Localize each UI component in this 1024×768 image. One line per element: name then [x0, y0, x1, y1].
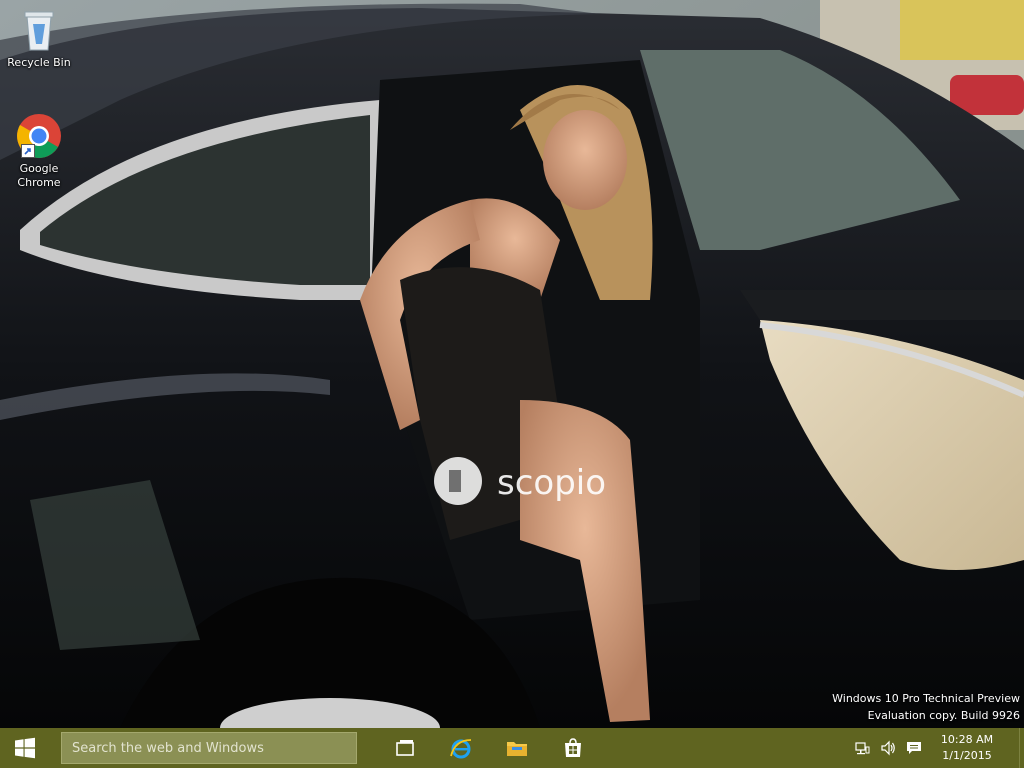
- volume-icon: [881, 740, 895, 756]
- file-explorer-button[interactable]: [489, 728, 545, 768]
- shortcut-arrow-icon: [21, 144, 35, 158]
- store-icon: [565, 738, 581, 757]
- watermark-line-edition: Windows 10 Pro Technical Preview: [832, 692, 1020, 705]
- recycle-bin-icon: [24, 11, 54, 51]
- network-tray-button[interactable]: [849, 728, 875, 768]
- action-center-icon: [907, 742, 921, 754]
- action-center-button[interactable]: [901, 728, 927, 768]
- volume-tray-button[interactable]: [875, 728, 901, 768]
- task-view-button[interactable]: [377, 728, 433, 768]
- desktop: scopio Recycle Bin Google Chrome Windows…: [0, 0, 1024, 768]
- task-view-icon: [396, 740, 414, 756]
- file-explorer-icon: [507, 742, 527, 756]
- clock-date: 1/1/2015: [942, 749, 992, 762]
- desktop-wallpaper: scopio: [0, 0, 1024, 728]
- watermark-line-build: Evaluation copy. Build 9926: [867, 709, 1020, 722]
- start-button[interactable]: [0, 728, 50, 768]
- taskbar: 10:28 AM 1/1/2015: [0, 728, 1024, 768]
- pinned-apps: [377, 728, 601, 768]
- store-button[interactable]: [545, 728, 601, 768]
- windows-logo-icon: [15, 737, 35, 759]
- network-icon: [855, 742, 870, 755]
- google-chrome-label: Google Chrome: [17, 162, 61, 189]
- google-chrome-shortcut[interactable]: Google Chrome: [7, 112, 71, 190]
- wallpaper-watermark-text: scopio: [497, 463, 606, 503]
- os-evaluation-watermark: Windows 10 Pro Technical Preview Evaluat…: [832, 690, 1020, 724]
- clock-time: 10:28 AM: [940, 733, 994, 746]
- system-tray: 10:28 AM 1/1/2015: [849, 728, 1024, 768]
- internet-explorer-icon: [450, 739, 472, 759]
- taskbar-clock[interactable]: 10:28 AM 1/1/2015: [931, 732, 1003, 764]
- recycle-bin-label: Recycle Bin: [7, 56, 71, 69]
- search-input[interactable]: [70, 739, 356, 757]
- search-box[interactable]: [61, 732, 357, 764]
- show-desktop-button[interactable]: [1019, 728, 1024, 768]
- recycle-bin-shortcut[interactable]: Recycle Bin: [7, 6, 71, 70]
- internet-explorer-button[interactable]: [433, 728, 489, 768]
